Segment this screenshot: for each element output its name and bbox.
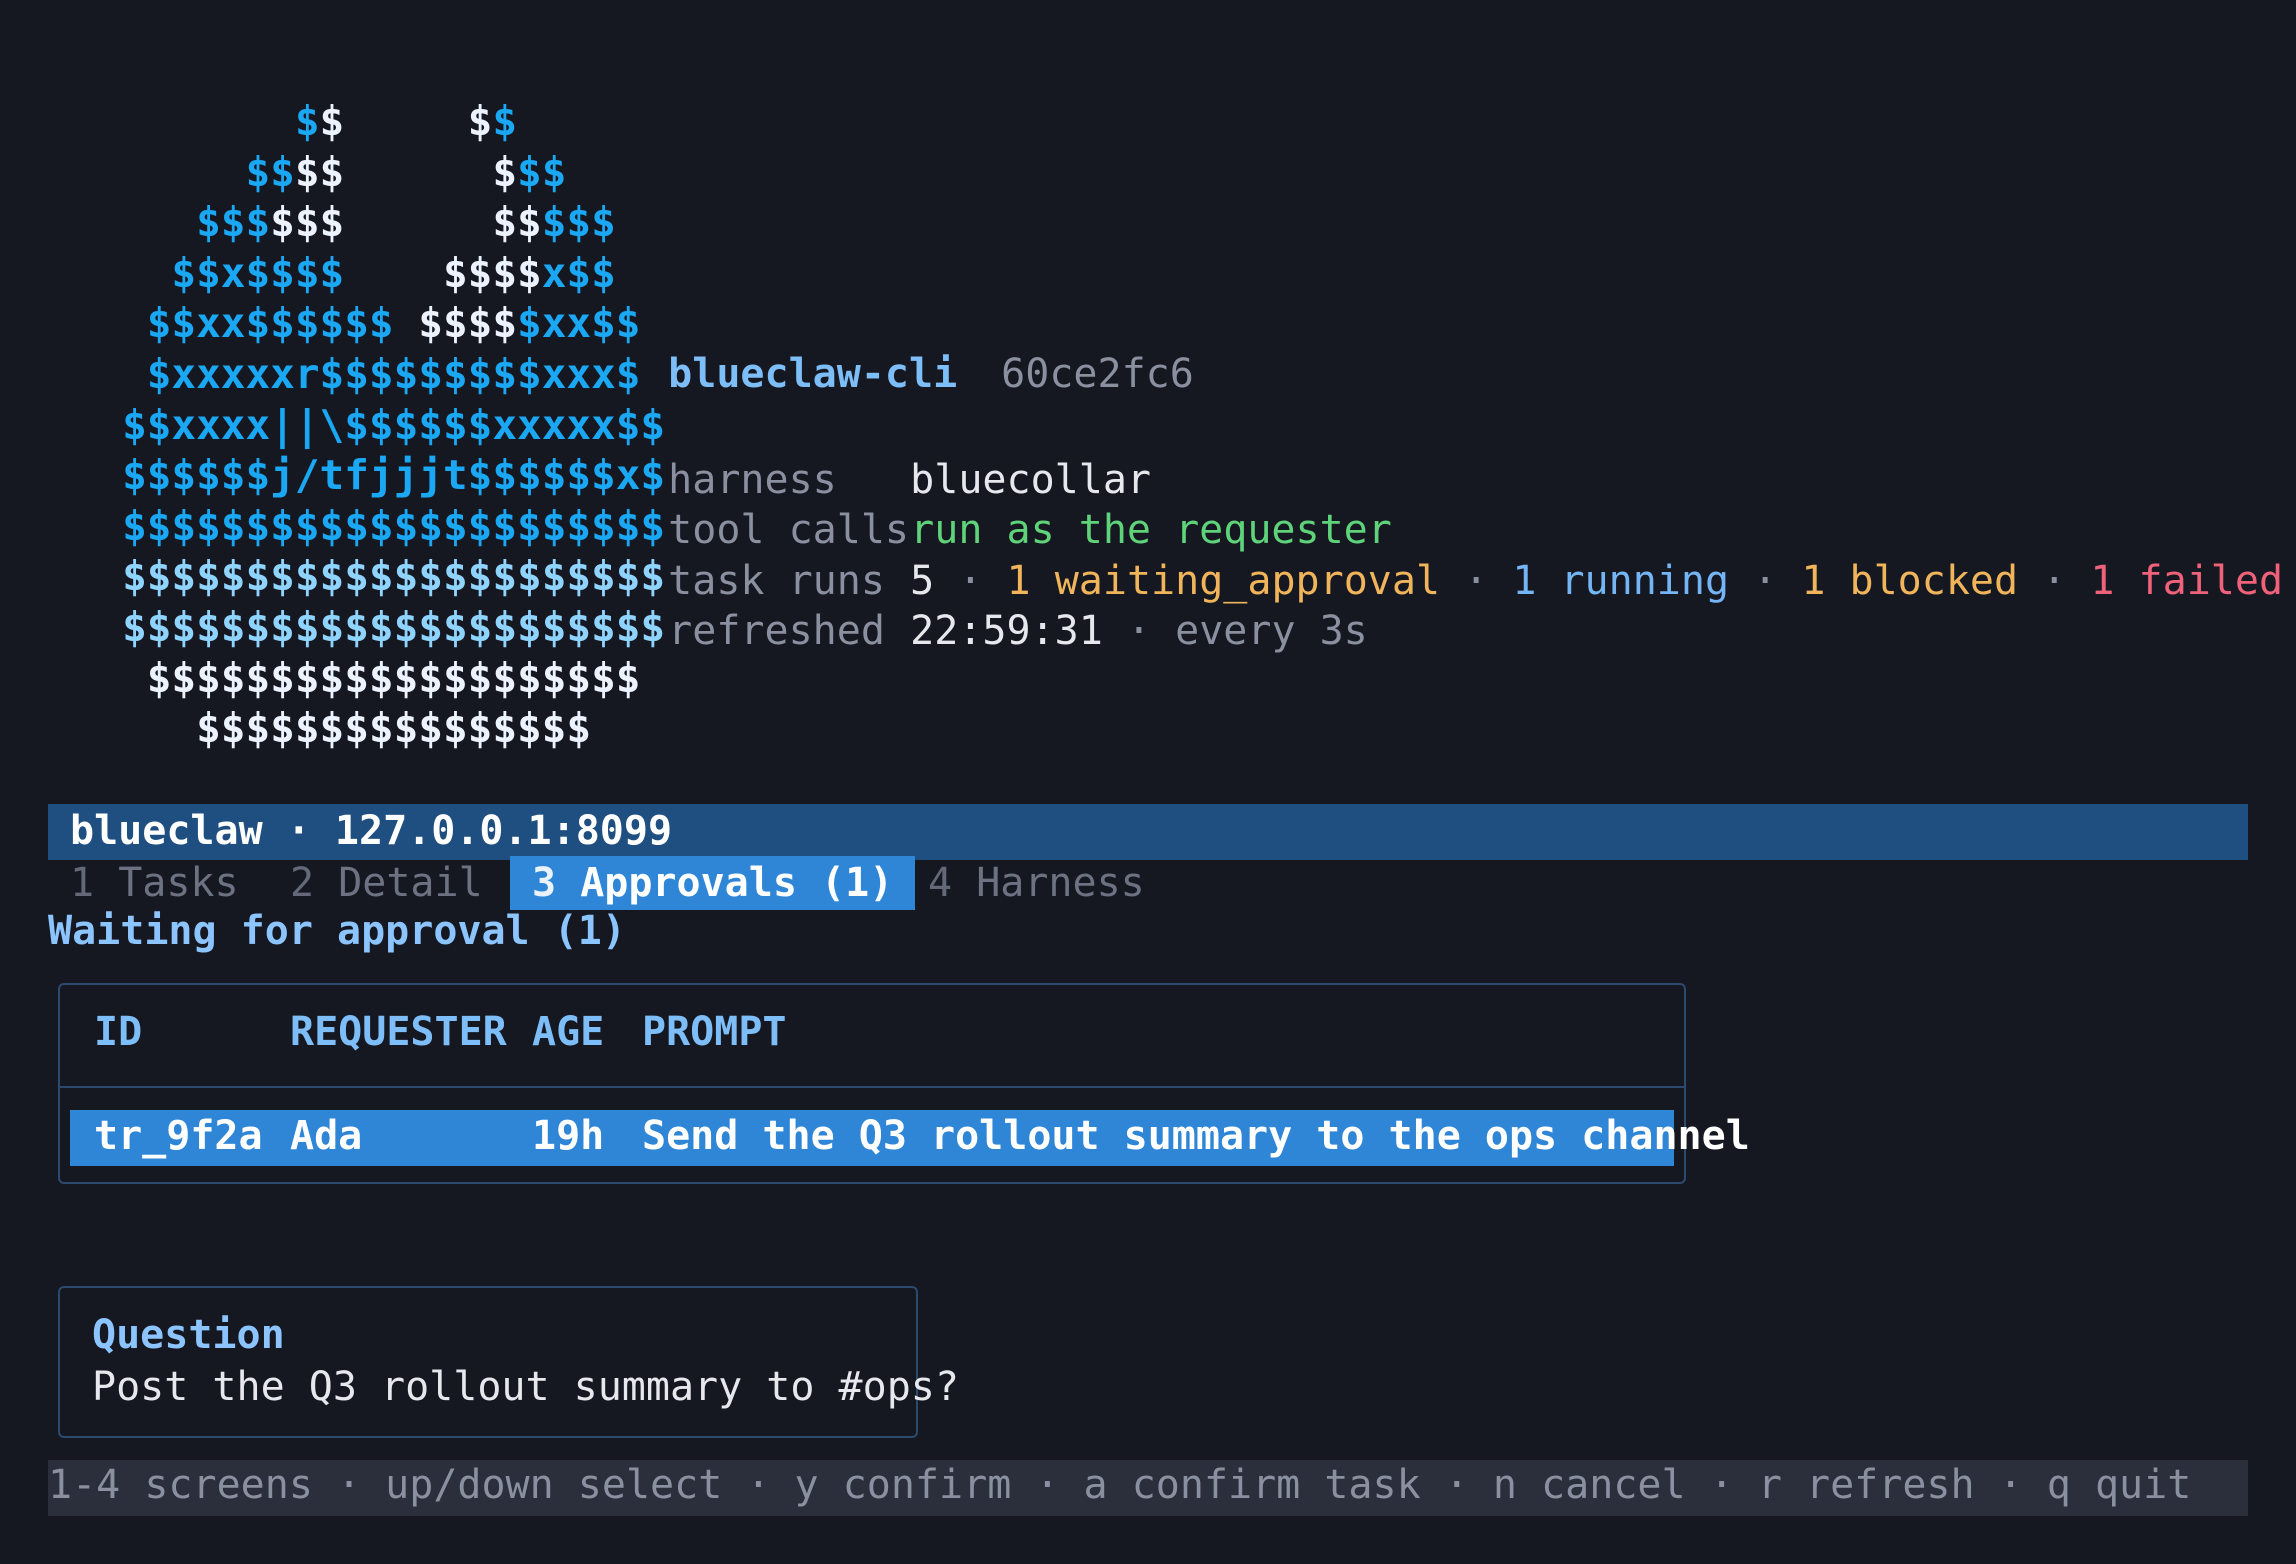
app-name: blueclaw-cli [668, 351, 958, 397]
tab-number: 1 [70, 860, 95, 906]
logo-row: $$xx$$$$$$ $$$$$xx$$ [146, 299, 641, 348]
app-header: blueclaw-cli 60ce2fc6 [620, 298, 1194, 400]
tab-detail[interactable]: 2 Detail [268, 856, 505, 910]
logo-row: $$$$$$$$$$$$$$$$$$$$$$ [122, 501, 666, 550]
commit-hash: 60ce2fc6 [1001, 351, 1194, 397]
logo-row: $$x$$$$ $$$$x$$ [171, 248, 616, 297]
tab-number: 3 [532, 860, 557, 906]
approvals-table: ID REQUESTER AGE PROMPT tr_9f2a Ada 19h … [58, 983, 1750, 1184]
logo-row: $$$$$$ $$$$$ [196, 198, 616, 247]
cell-prompt: Send the Q3 rollout summary to the ops c… [642, 1113, 1750, 1159]
logo-row: $$$$$$$$$$$$$$$$ [196, 704, 592, 753]
logo-row: $$$$ $$$ [245, 147, 567, 196]
cell-id: tr_9f2a [94, 1113, 263, 1159]
tab-approvals[interactable]: 3 Approvals (1) [510, 856, 916, 910]
column-header-age: AGE [532, 1009, 605, 1055]
separator: · [1126, 608, 1152, 654]
logo-row: $xxxxxr$$$$$$$$$xxx$ [146, 349, 641, 398]
separator: · [1753, 558, 1778, 604]
logo-row: $$$$$$$$$$$$$$$$$$$$$$ [122, 552, 666, 601]
section-title: Waiting for approval (1) [48, 908, 626, 954]
ascii-logo: $$ $$ $$$$ $$$ $$$$$$ $$$$$ $$x$$$$ $$$$… [48, 96, 665, 754]
task-runs-running: 1 running [1512, 558, 1730, 604]
logo-row: $$$$$$j/tfjjjt$$$$$$x$ [122, 451, 666, 500]
logo-row: $$xxxx||\$$$$$$xxxxx$$ [122, 400, 666, 449]
tab-number: 2 [290, 860, 315, 906]
cell-requester: Ada [290, 1113, 363, 1159]
footer-hints: 1-4 screens · up/down select · y confirm… [48, 1462, 2192, 1508]
task-runs-blocked: 1 blocked [1801, 558, 2019, 604]
column-header-id: ID [94, 1009, 143, 1055]
separator: · [1464, 558, 1489, 604]
logo-row: $$$$$$$$$$$$$$$$$$$$$$ [122, 602, 666, 651]
table-divider [60, 1086, 1684, 1088]
refreshed-key: refreshed [668, 608, 885, 654]
keybinding-footer: 1-4 screens · up/down select · y confirm… [48, 1460, 2248, 1516]
tab-label: Harness [976, 860, 1145, 906]
refreshed-row: refreshed 22:59:31 · every 3s [620, 555, 1368, 657]
tab-number: 4 [928, 860, 953, 906]
question-title: Question [92, 1312, 285, 1358]
tab-tasks[interactable]: 1 Tasks [48, 856, 261, 910]
separator: · [2042, 558, 2067, 604]
tab-label: Tasks [118, 860, 239, 906]
question-panel: Question Post the Q3 rollout summary to … [58, 1286, 959, 1438]
question-text: Post the Q3 rollout summary to #ops? [92, 1364, 959, 1410]
tab-label: Approvals (1) [580, 860, 894, 906]
column-header-prompt: PROMPT [642, 1009, 787, 1055]
title-bar: blueclaw · 127.0.0.1:8099 [48, 804, 2248, 860]
refreshed-time: 22:59:31 [910, 608, 1103, 654]
refreshed-interval: every 3s [1175, 608, 1368, 654]
logo-row: $$ $$ [294, 97, 518, 145]
cell-age: 19h [532, 1113, 605, 1159]
tab-label: Detail [338, 860, 483, 906]
logo-row: $$$$$$$$$$$$$$$$$$$$ [146, 653, 641, 702]
title-bar-text: blueclaw · 127.0.0.1:8099 [70, 808, 673, 854]
table-row[interactable]: tr_9f2a Ada 19h Send the Q3 rollout summ… [70, 1110, 1750, 1166]
task-runs-failed: 1 failed [2090, 558, 2284, 604]
column-header-requester: REQUESTER [290, 1009, 507, 1055]
tab-harness[interactable]: 4 Harness [906, 856, 1167, 910]
